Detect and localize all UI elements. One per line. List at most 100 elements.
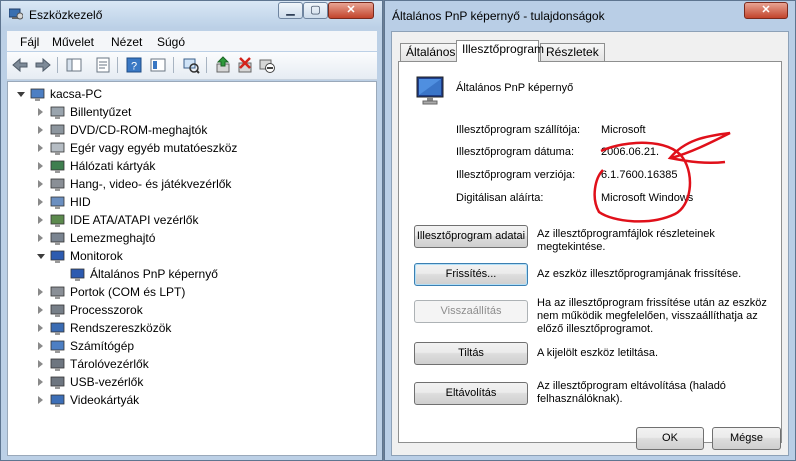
expand-arrow-icon[interactable] xyxy=(38,342,43,350)
collapse-arrow-icon[interactable] xyxy=(17,92,25,97)
maximize-button[interactable]: ▢ xyxy=(303,2,328,19)
close-button[interactable]: ✕ xyxy=(328,2,374,19)
tab-details[interactable]: Részletek xyxy=(540,43,605,61)
expand-arrow-icon[interactable] xyxy=(38,108,43,116)
expand-arrow-icon[interactable] xyxy=(38,306,43,314)
system-device-icon xyxy=(50,322,65,335)
expand-arrow-icon[interactable] xyxy=(38,144,43,152)
processor-icon xyxy=(50,304,65,317)
show-hide-console-tree-icon[interactable] xyxy=(65,56,83,74)
menu-action[interactable]: Művelet xyxy=(52,35,94,49)
computer-icon xyxy=(30,88,45,101)
expand-arrow-icon[interactable] xyxy=(38,126,43,134)
tree-item-label: Tárolóvezérlők xyxy=(70,357,149,371)
device-tree[interactable]: kacsa-PC Billentyűzet DVD/CD-ROM-meghajtók… xyxy=(7,81,377,456)
keyboard-icon xyxy=(50,106,65,119)
roll-back-driver-button[interactable]: Visszaállítás xyxy=(414,300,528,323)
expand-arrow-icon[interactable] xyxy=(38,378,43,386)
tab-driver[interactable]: Illesztőprogram xyxy=(456,40,544,62)
expand-arrow-icon[interactable] xyxy=(38,396,43,404)
update-driver-icon[interactable] xyxy=(214,56,232,74)
expand-arrow-icon[interactable] xyxy=(38,162,43,170)
tree-item-label: Lemezmeghajtó xyxy=(70,231,156,245)
minimize-button[interactable]: ▁ xyxy=(278,2,303,19)
expand-arrow-icon[interactable] xyxy=(38,360,43,368)
tree-item-label: kacsa-PC xyxy=(50,87,103,101)
menu-bar: Fájl Művelet Nézet Súgó xyxy=(7,31,377,51)
port-icon xyxy=(50,286,65,299)
monitor-icon xyxy=(416,76,444,105)
tree-item-label: Monitorok xyxy=(70,249,123,263)
update-driver-button[interactable]: Frissítés... xyxy=(414,263,528,286)
device-manager-icon xyxy=(9,8,23,20)
tab-general[interactable]: Általános xyxy=(400,43,462,61)
close-icon: ✕ xyxy=(346,4,356,16)
minimize-icon: ▁ xyxy=(286,4,295,16)
maximize-icon: ▢ xyxy=(310,4,321,16)
expand-arrow-icon[interactable] xyxy=(38,288,43,296)
uninstall-icon[interactable] xyxy=(236,56,254,74)
expand-arrow-icon[interactable] xyxy=(38,198,43,206)
properties-dialog: Általános PnP képernyő - tulajdonságok ✕… xyxy=(384,0,796,461)
collapse-arrow-icon[interactable] xyxy=(37,254,45,259)
disable-icon[interactable] xyxy=(258,56,276,74)
update-driver-description: Az eszköz illesztőprogramjának frissítés… xyxy=(537,268,742,280)
expand-arrow-icon[interactable] xyxy=(38,324,43,332)
storage-controller-icon xyxy=(50,358,65,371)
toolbar-separator xyxy=(206,57,207,73)
network-card-icon xyxy=(50,160,65,173)
properties-titlebar[interactable]: Általános PnP képernyő - tulajdonságok ✕ xyxy=(385,1,795,31)
uninstall-driver-description: Az illesztőprogram eltávolítása (haladó … xyxy=(537,380,726,405)
uninstall-driver-button[interactable]: Eltávolítás xyxy=(414,382,528,405)
red-annotation-scribble xyxy=(593,131,731,223)
toolbar-separator xyxy=(117,57,118,73)
dvd-drive-icon xyxy=(50,124,65,137)
tree-item-label: Egér vagy egyéb mutatóeszköz xyxy=(70,141,238,155)
menu-view[interactable]: Nézet xyxy=(111,35,142,49)
expand-arrow-icon[interactable] xyxy=(38,180,43,188)
device-manager-titlebar[interactable]: Eszközkezelő ▁ ▢ ✕ xyxy=(1,1,382,27)
driver-provider-label: Illesztőprogram szállítója: xyxy=(456,124,581,136)
monitor-icon xyxy=(50,250,65,263)
window-title: Eszközkezelő xyxy=(29,8,103,22)
mouse-icon xyxy=(50,142,65,155)
disk-drive-icon xyxy=(50,232,65,245)
tree-item-label: Számítógép xyxy=(70,339,135,353)
tree-item-label: Hang-, video- és játékvezérlők xyxy=(70,177,232,191)
tree-item-label: Általános PnP képernyő xyxy=(90,267,218,281)
roll-back-driver-description: Ha az illesztőprogram frissítése után az… xyxy=(537,297,767,335)
svg-text:?: ? xyxy=(131,61,137,73)
scan-hardware-changes-icon[interactable] xyxy=(182,56,200,74)
device-name: Általános PnP képernyő xyxy=(456,82,574,94)
close-icon: ✕ xyxy=(761,4,771,16)
driver-version-label: Illesztőprogram verziója: xyxy=(456,169,576,181)
menu-file[interactable]: Fájl xyxy=(20,35,39,49)
disable-device-button[interactable]: Tiltás xyxy=(414,342,528,365)
driver-tab-pane: Általános PnP képernyő Illesztőprogram s… xyxy=(398,61,782,443)
tree-item-label: USB-vezérlők xyxy=(70,375,144,389)
dialog-body: Általános Illesztőprogram Részletek Álta… xyxy=(391,31,789,456)
menu-help[interactable]: Súgó xyxy=(157,35,185,49)
tree-item-label: Hálózati kártyák xyxy=(70,159,156,173)
forward-arrow-icon[interactable] xyxy=(34,56,52,74)
expand-arrow-icon[interactable] xyxy=(38,216,43,224)
tree-item-label: Billentyűzet xyxy=(70,105,132,119)
toolbar-separator xyxy=(57,57,58,73)
digital-signer-label: Digitálisan aláírta: xyxy=(456,192,544,204)
video-card-icon xyxy=(50,394,65,407)
device-manager-window: Eszközkezelő ▁ ▢ ✕ Fájl Művelet Nézet Sú… xyxy=(0,0,383,461)
ok-button[interactable]: OK xyxy=(636,427,704,450)
tree-item-label: IDE ATA/ATAPI vezérlők xyxy=(70,213,199,227)
back-arrow-icon[interactable] xyxy=(11,56,29,74)
properties-icon[interactable] xyxy=(94,56,112,74)
toolbar: ? xyxy=(7,52,377,80)
disable-device-description: A kijelölt eszköz letiltása. xyxy=(537,347,659,359)
view-icon[interactable] xyxy=(149,56,167,74)
help-icon[interactable]: ? xyxy=(125,56,143,74)
expand-arrow-icon[interactable] xyxy=(38,234,43,242)
dialog-close-button[interactable]: ✕ xyxy=(744,2,788,19)
cancel-button[interactable]: Mégse xyxy=(712,427,781,450)
tree-item-label: Videokártyák xyxy=(70,393,140,407)
driver-details-button[interactable]: Illesztőprogram adatai xyxy=(414,225,528,248)
tree-item-label: Portok (COM és LPT) xyxy=(70,285,186,299)
